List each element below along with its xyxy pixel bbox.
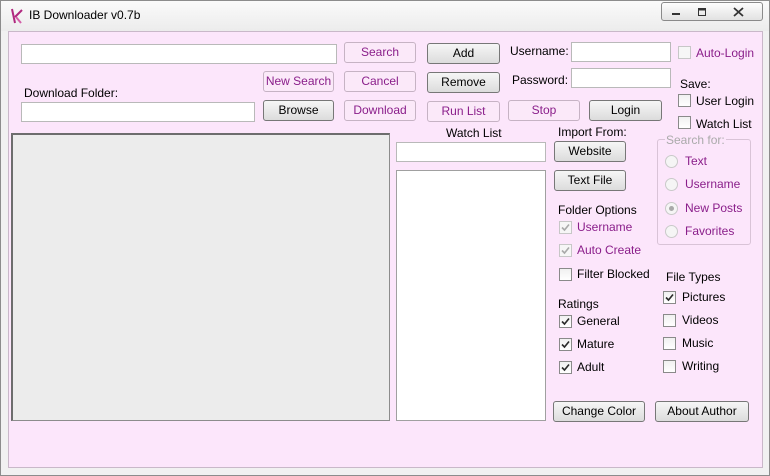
checkmark-icon (561, 340, 570, 349)
file-type-videos-label: Videos (682, 313, 719, 327)
folder-username-label: Username (577, 220, 633, 234)
add-button[interactable]: Add (427, 43, 500, 64)
checkmark-icon (561, 223, 570, 232)
file-type-pictures-checkbox[interactable] (663, 291, 676, 304)
download-folder-input[interactable] (21, 102, 255, 122)
minimize-icon (671, 12, 680, 15)
save-user-login-checkbox[interactable] (678, 94, 691, 107)
save-label: Save: (680, 77, 711, 91)
file-type-writing-label: Writing (682, 359, 720, 373)
file-type-writing-checkbox[interactable] (663, 360, 676, 373)
close-icon (733, 6, 744, 17)
folder-username-checkbox[interactable] (559, 221, 572, 234)
search-button[interactable]: Search (344, 42, 416, 63)
checkmark-icon (561, 363, 570, 372)
password-label: Password: (512, 73, 569, 87)
search-input[interactable] (21, 44, 337, 64)
results-panel[interactable] (11, 133, 390, 421)
save-watch-list-label: Watch List (696, 117, 752, 131)
rating-mature-checkbox[interactable] (559, 338, 572, 351)
run-list-button[interactable]: Run List (427, 101, 500, 122)
rating-adult-checkbox[interactable] (559, 361, 572, 374)
remove-button[interactable]: Remove (427, 72, 500, 93)
checkmark-icon (561, 246, 570, 255)
restore-icon (698, 7, 706, 16)
auto-login-checkbox[interactable] (678, 46, 691, 59)
rating-general-checkbox[interactable] (559, 315, 572, 328)
import-from-label: Import From: (558, 125, 627, 139)
file-type-videos-checkbox[interactable] (663, 314, 676, 327)
username-label: Username: (510, 44, 569, 58)
download-folder-label: Download Folder: (24, 86, 119, 100)
save-user-login-label: User Login (696, 94, 755, 108)
watch-list-input[interactable] (396, 142, 546, 162)
search-for-text-label: Text (685, 154, 708, 168)
minimize-button[interactable] (661, 2, 690, 21)
about-author-button[interactable]: About Author (655, 401, 749, 422)
main-panel: Search Add Username: Auto-Login New Sear… (8, 31, 763, 468)
stop-button[interactable]: Stop (508, 100, 580, 121)
file-types-label: File Types (666, 270, 721, 284)
app-window: IB Downloader v0.7b Search Add Username:… (0, 0, 770, 476)
download-button[interactable]: Download (344, 100, 416, 121)
maximize-button[interactable] (689, 2, 716, 21)
search-for-text-radio[interactable] (665, 155, 678, 168)
rating-mature-label: Mature (577, 337, 615, 351)
search-for-username-radio[interactable] (665, 178, 678, 191)
rating-general-label: General (577, 314, 620, 328)
folder-options-label: Folder Options (558, 203, 637, 217)
checkmark-icon (561, 317, 570, 326)
search-for-favorites-radio[interactable] (665, 225, 678, 238)
import-website-button[interactable]: Website (554, 141, 626, 162)
browse-button[interactable]: Browse (263, 100, 334, 121)
ratings-label: Ratings (558, 297, 599, 311)
import-text-file-button[interactable]: Text File (554, 170, 626, 191)
app-logo-icon (11, 8, 23, 24)
login-button[interactable]: Login (589, 100, 662, 121)
username-field[interactable] (571, 42, 671, 62)
cancel-button[interactable]: Cancel (344, 71, 416, 92)
file-type-pictures-label: Pictures (682, 290, 726, 304)
rating-adult-label: Adult (577, 360, 605, 374)
title-bar[interactable]: IB Downloader v0.7b (1, 1, 769, 31)
search-for-favorites-label: Favorites (685, 224, 735, 238)
file-type-music-label: Music (682, 336, 714, 350)
window-title: IB Downloader v0.7b (29, 8, 141, 22)
folder-auto-create-label: Auto Create (577, 243, 642, 257)
watch-list-box[interactable] (396, 170, 546, 421)
search-for-username-label: Username (685, 177, 741, 191)
password-field[interactable] (571, 68, 671, 88)
new-search-button[interactable]: New Search (263, 71, 334, 92)
filter-blocked-label: Filter Blocked (577, 267, 650, 281)
watch-list-label: Watch List (446, 126, 502, 140)
file-type-music-checkbox[interactable] (663, 337, 676, 350)
close-button[interactable] (715, 2, 763, 21)
auto-login-label: Auto-Login (696, 46, 755, 60)
search-for-new-posts-label: New Posts (685, 201, 743, 215)
checkmark-icon (665, 293, 674, 302)
save-watch-list-checkbox[interactable] (678, 116, 691, 129)
search-for-new-posts-radio[interactable] (665, 202, 678, 215)
search-for-label: Search for: (665, 133, 726, 147)
radio-selected-dot (669, 206, 674, 211)
change-color-button[interactable]: Change Color (553, 401, 645, 422)
filter-blocked-checkbox[interactable] (559, 268, 572, 281)
folder-auto-create-checkbox[interactable] (559, 244, 572, 257)
